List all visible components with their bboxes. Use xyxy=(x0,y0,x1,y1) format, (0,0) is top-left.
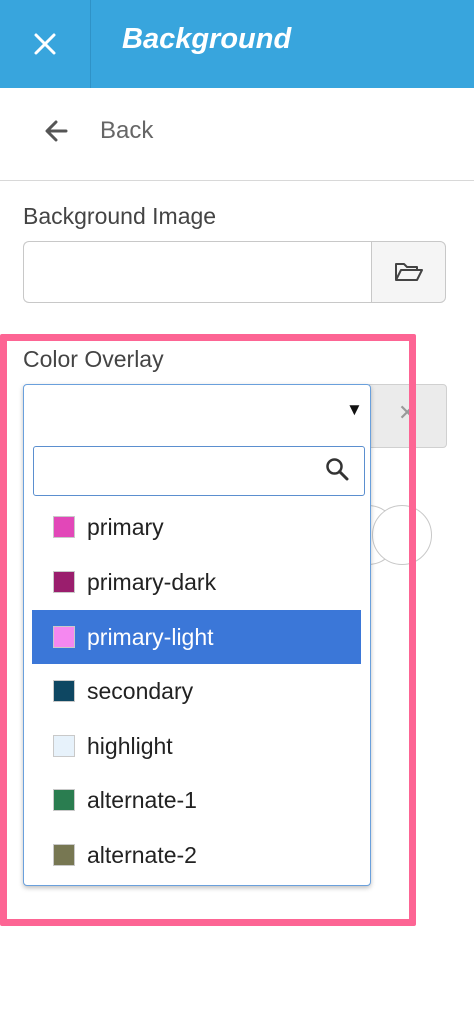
option-label: primary-dark xyxy=(87,568,217,595)
folder-open-icon xyxy=(394,263,423,281)
color-swatch xyxy=(53,516,75,538)
color-swatch xyxy=(53,680,75,702)
color-option-highlight[interactable]: highlight xyxy=(32,719,361,773)
color-swatch xyxy=(53,789,75,811)
back-row[interactable] xyxy=(0,88,474,181)
background-image-input[interactable] xyxy=(23,241,372,303)
panel-title: Background xyxy=(122,23,292,55)
color-swatch xyxy=(53,735,75,757)
option-label: primary xyxy=(87,513,164,540)
search-icon xyxy=(326,458,349,481)
color-option-primary[interactable]: primary xyxy=(32,500,361,554)
color-option-secondary[interactable]: secondary xyxy=(32,664,361,718)
browse-button[interactable] xyxy=(371,241,446,303)
color-swatch xyxy=(53,844,75,866)
option-label: alternate-1 xyxy=(87,786,197,813)
color-search-input[interactable] xyxy=(33,446,365,496)
option-label: primary-light xyxy=(87,623,214,650)
back-link[interactable]: Back xyxy=(100,117,153,145)
color-swatch xyxy=(53,626,75,648)
color-option-primary-light[interactable]: primary-light xyxy=(32,610,361,664)
color-option-alternate-1[interactable]: alternate-1 xyxy=(32,773,361,827)
arrow-left-icon[interactable] xyxy=(44,118,68,144)
color-option-primary-dark[interactable]: primary-dark xyxy=(32,555,361,609)
background-image-label: Background Image xyxy=(23,203,217,229)
caret-down-icon[interactable]: ▼ xyxy=(346,400,363,420)
color-option-alternate-2[interactable]: alternate-2 xyxy=(32,828,361,882)
option-label: alternate-2 xyxy=(87,841,197,868)
color-swatch xyxy=(53,571,75,593)
close-icon xyxy=(34,33,56,55)
color-overlay-label: Color Overlay xyxy=(23,346,164,372)
option-label: highlight xyxy=(87,732,173,759)
option-label: secondary xyxy=(87,677,194,704)
close-button[interactable] xyxy=(0,0,91,88)
